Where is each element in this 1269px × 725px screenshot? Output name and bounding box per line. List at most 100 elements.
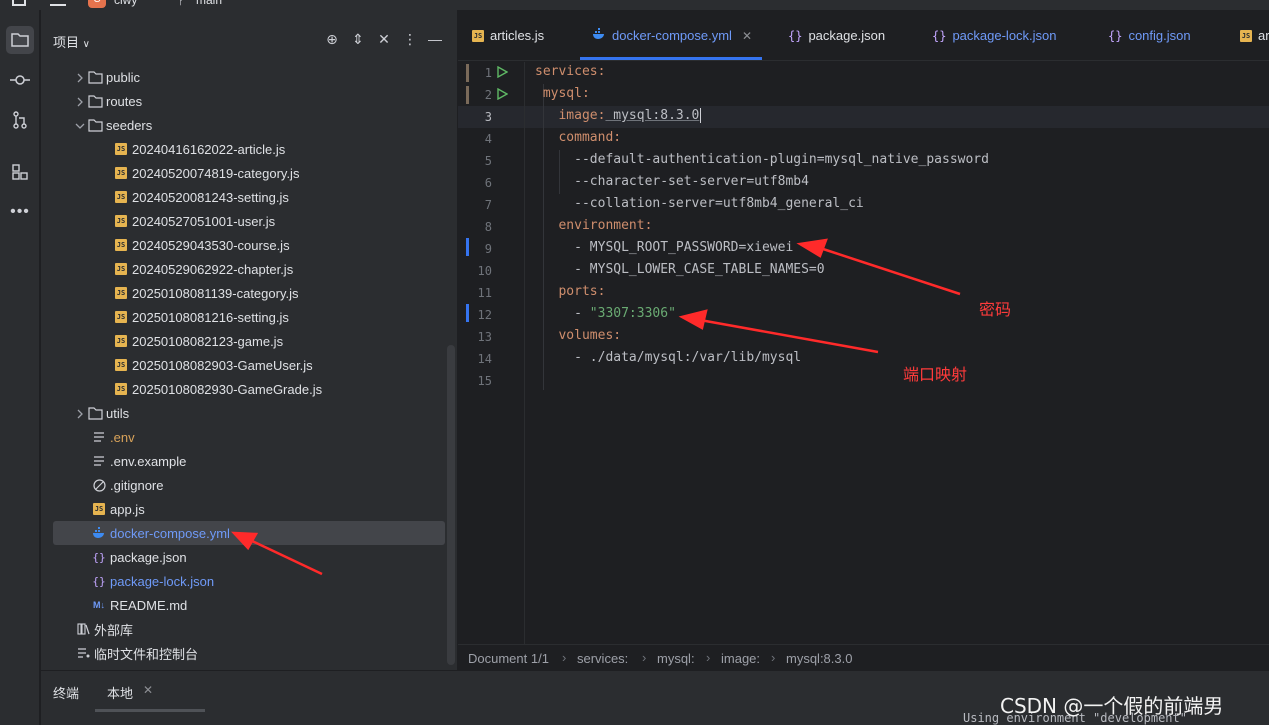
docker-icon — [592, 28, 606, 43]
run-icon[interactable] — [496, 88, 508, 100]
tree-external-libraries[interactable]: 外部库 — [53, 617, 445, 641]
tree-file[interactable]: JS 20250108081216-setting.js — [53, 305, 445, 329]
tab-local-terminal[interactable]: 本地 — [107, 683, 133, 702]
tree-file[interactable]: JS 20250108081139-category.js — [53, 281, 445, 305]
structure-icon — [12, 164, 28, 180]
tab-articles-js[interactable]: JS articles.js — [472, 10, 544, 61]
terminal-title[interactable]: 终端 — [53, 683, 79, 702]
collapse-all-icon[interactable]: ✕ — [375, 30, 393, 48]
tree-file[interactable]: M↓ README.md — [53, 593, 445, 617]
line-number: 6 — [484, 176, 492, 190]
tree-file[interactable]: JS 20250108082930-GameGrade.js — [53, 377, 445, 401]
tree-file[interactable]: .gitignore — [53, 473, 445, 497]
tree-folder-seeders[interactable]: seeders — [53, 113, 445, 137]
tree-folder-public[interactable]: public — [53, 65, 445, 89]
folder-icon — [11, 33, 29, 47]
tree-file[interactable]: JS 20240520074819-category.js — [53, 161, 445, 185]
breadcrumb-item[interactable]: mysql: — [657, 651, 695, 666]
text-file-icon — [91, 453, 107, 469]
js-file-icon: JS — [115, 263, 127, 275]
more-tools-button[interactable]: ••• — [6, 198, 34, 226]
structure-button[interactable] — [6, 158, 34, 186]
tree-file[interactable]: JS 20240529043530-course.js — [53, 233, 445, 257]
close-icon[interactable]: ✕ — [742, 29, 752, 43]
breadcrumb-item[interactable]: mysql:8.3.0 — [786, 651, 852, 666]
main-menu-icon[interactable] — [50, 0, 66, 6]
breadcrumb-item[interactable]: Document 1/1 — [468, 651, 549, 666]
tree-file-selected[interactable]: docker-compose.yml — [53, 521, 445, 545]
line-number: 7 — [484, 198, 492, 212]
tree-scratches[interactable]: 临时文件和控制台 — [53, 641, 445, 665]
chevron-right-icon: › — [706, 650, 711, 665]
line-number: 9 — [484, 242, 492, 256]
tab-config-json[interactable]: {} config.json — [1108, 10, 1191, 61]
breadcrumb-item[interactable]: image: — [721, 651, 760, 666]
js-file-icon: JS — [115, 191, 127, 203]
chevron-right-icon[interactable] — [75, 71, 87, 83]
commit-button[interactable] — [6, 66, 34, 94]
code-line: ports: — [535, 284, 606, 299]
branch-name[interactable]: main — [196, 0, 222, 7]
js-file-icon: JS — [115, 215, 127, 227]
pull-requests-button[interactable] — [6, 106, 34, 134]
tree-file[interactable]: JS 20250108082123-game.js — [53, 329, 445, 353]
project-panel: 项目 ∨ ⊕ ⇕ ✕ ⋮ — public routes seeders JS 2… — [41, 10, 457, 670]
tree-item-label: 20240529062922-chapter.js — [132, 261, 294, 277]
tree-item-label: 20250108082903-GameUser.js — [132, 357, 313, 373]
json-file-icon: {} — [932, 28, 947, 43]
tab-package-lock-json[interactable]: {} package-lock.json — [932, 10, 1057, 61]
tree-file[interactable]: {} package.json — [53, 545, 445, 569]
tree-file[interactable]: JS 20240520081243-setting.js — [53, 185, 445, 209]
tree-file[interactable]: {} package-lock.json — [53, 569, 445, 593]
close-icon[interactable]: ✕ — [143, 683, 153, 697]
line-number: 11 — [477, 286, 492, 300]
line-number: 4 — [484, 132, 492, 146]
tree-file[interactable]: .env — [53, 425, 445, 449]
tree-folder-utils[interactable]: utils — [53, 401, 445, 425]
tab-label: articles.js — [490, 28, 545, 43]
tab-ar[interactable]: JS ar — [1240, 10, 1269, 61]
tree-file[interactable]: JS 20240416162022-article.js — [53, 137, 445, 161]
library-icon — [75, 621, 91, 637]
project-view-button[interactable] — [6, 26, 34, 54]
tree-file[interactable]: JS 20240527051001-user.js — [53, 209, 445, 233]
tree-file[interactable]: .env.example — [53, 449, 445, 473]
project-badge[interactable]: C — [88, 0, 106, 8]
project-scrollbar[interactable] — [447, 345, 455, 665]
tree-folder-routes[interactable]: routes — [53, 89, 445, 113]
yaml-key: image: — [535, 108, 606, 123]
folder-icon — [87, 117, 103, 133]
hide-panel-icon[interactable]: — — [426, 30, 444, 48]
chevron-down-icon[interactable]: ∨ — [83, 39, 90, 50]
code-line: image: mysql:8.3.0 — [535, 108, 702, 123]
tree-item-label: public — [106, 69, 140, 85]
run-icon[interactable] — [496, 66, 508, 78]
app-logo-icon — [12, 0, 26, 6]
tab-underline — [95, 709, 205, 712]
tree-file[interactable]: JS 20250108082903-GameUser.js — [53, 353, 445, 377]
chevron-right-icon[interactable] — [75, 95, 87, 107]
js-file-icon: JS — [115, 239, 127, 251]
locate-icon[interactable]: ⊕ — [323, 30, 341, 48]
expand-all-icon[interactable]: ⇕ — [349, 30, 367, 48]
tree-item-label: app.js — [110, 501, 145, 517]
tree-item-label: package-lock.json — [110, 573, 215, 589]
tab-docker-compose[interactable]: docker-compose.yml ✕ — [580, 10, 762, 61]
code-editor[interactable]: 1 2 3 5 4 6 7 8 9 10 11 12 13 14 15 serv… — [458, 62, 1269, 644]
tree-item-label: 20240416162022-article.js — [132, 141, 286, 157]
project-name[interactable]: clwy — [114, 0, 137, 7]
tree-file[interactable]: JS app.js — [53, 497, 445, 521]
chevron-right-icon[interactable] — [75, 407, 87, 419]
tree-item-label: 20240529043530-course.js — [132, 237, 290, 253]
tab-package-json[interactable]: {} package.json — [788, 10, 885, 61]
breadcrumb-item[interactable]: services: — [577, 651, 628, 666]
project-panel-title[interactable]: 项目 ∨ — [53, 32, 90, 51]
editor-tabs: JS articles.js docker-compose.yml ✕ {} p… — [458, 10, 1269, 61]
chevron-down-icon[interactable] — [75, 119, 87, 131]
tree-file[interactable]: JS 20240529062922-chapter.js — [53, 257, 445, 281]
line-number: 2 — [484, 88, 492, 102]
options-icon[interactable]: ⋮ — [401, 30, 419, 48]
tree-item-label: README.md — [110, 597, 188, 613]
gutter-divider — [524, 62, 525, 644]
tree-item-label: .env — [110, 429, 135, 445]
